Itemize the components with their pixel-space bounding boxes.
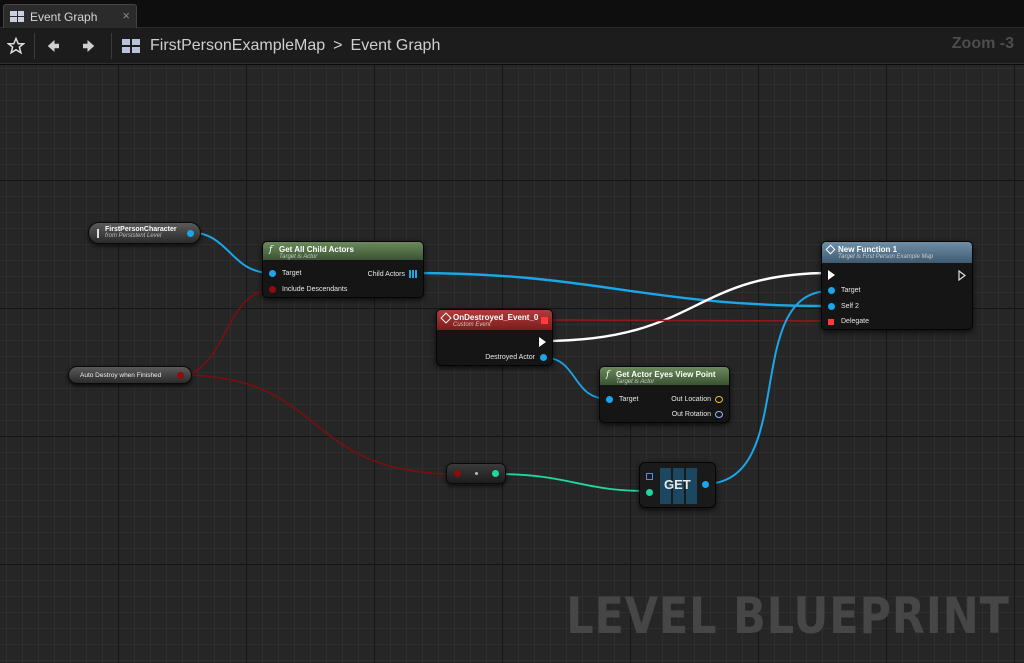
node-title: Auto Destroy when Finished — [80, 371, 162, 379]
object-pin-icon — [540, 354, 547, 361]
pin-target[interactable]: Target — [269, 270, 301, 277]
node-title: FirstPersonCharacter — [105, 226, 177, 233]
pin-label: Out Location — [671, 396, 711, 403]
bool-pin-icon — [269, 286, 276, 293]
pin-target[interactable]: Target — [606, 396, 638, 403]
event-icon — [440, 312, 452, 324]
pin-self[interactable]: Self 2 — [828, 303, 859, 310]
operator-icon — [475, 472, 478, 475]
pin-target[interactable]: Target — [828, 287, 860, 294]
exec-output-pin[interactable] — [958, 270, 966, 281]
auto-destroy-variable-node[interactable]: Auto Destroy when Finished — [68, 366, 192, 384]
bool-pin-icon[interactable] — [454, 470, 461, 477]
exec-input-pin[interactable] — [828, 270, 835, 280]
first-person-character-node[interactable]: FirstPersonCharacter from Persistent Lev… — [88, 222, 201, 244]
star-icon[interactable] — [2, 32, 30, 60]
node-subtitle: Custom Event — [453, 322, 491, 328]
delegate-pin-icon — [828, 318, 834, 325]
breadcrumb: FirstPersonExampleMap > Event Graph — [122, 37, 440, 55]
output-pin[interactable] — [187, 230, 194, 237]
close-icon[interactable]: × — [122, 8, 130, 23]
pin-label: Target — [841, 287, 861, 294]
node-subtitle: Target is Actor — [616, 379, 655, 385]
array-pin-icon[interactable] — [646, 473, 653, 480]
node-title: Get All Child Actors — [279, 245, 354, 254]
pin-out-rotation[interactable]: Out Rotation — [672, 411, 723, 418]
pin-label: Target — [282, 270, 302, 277]
pin-out-location[interactable]: Out Location — [671, 396, 723, 403]
object-pin-icon[interactable] — [702, 481, 709, 488]
int-pin-icon[interactable] — [492, 470, 499, 477]
node-title: GET — [664, 477, 691, 492]
function-icon: f — [269, 245, 273, 255]
pin-label: Destroyed Actor — [485, 354, 535, 361]
node-title: Get Actor Eyes View Point — [616, 370, 716, 379]
node-subtitle: from Persistent Level — [105, 233, 162, 239]
pin-label: Self 2 — [841, 303, 859, 310]
new-function-node[interactable]: New Function 1 Target is First Person Ex… — [821, 241, 973, 330]
pin-label: Target — [619, 396, 639, 403]
get-actor-eyes-view-point-node[interactable]: f Get Actor Eyes View Point Target is Ac… — [599, 366, 730, 423]
pin-label: Out Rotation — [671, 411, 711, 418]
node-header: f Get All Child Actors Target is Actor — [263, 242, 423, 260]
node-header: f Get Actor Eyes View Point Target is Ac… — [600, 367, 729, 385]
object-pin-icon — [828, 287, 835, 294]
vector-pin-icon — [715, 396, 723, 403]
tab-bar: Event Graph × — [0, 0, 1024, 28]
exec-output-pin[interactable] — [539, 337, 546, 347]
tab-title: Event Graph — [30, 9, 98, 24]
level-map-icon — [122, 38, 140, 53]
equal-node[interactable] — [446, 463, 506, 484]
get-all-child-actors-node[interactable]: f Get All Child Actors Target is Actor T… — [262, 241, 424, 298]
function-icon: f — [606, 370, 610, 380]
node-subtitle: Target is Actor — [279, 254, 318, 260]
breadcrumb-graph[interactable]: Event Graph — [351, 37, 441, 55]
get-array-node[interactable]: GET — [639, 462, 716, 508]
function-entry-icon — [825, 244, 836, 255]
delegate-pin-icon[interactable] — [541, 317, 548, 324]
tab-event-graph[interactable]: Event Graph × — [3, 4, 137, 28]
node-header: OnDestroyed_Event_0 Custom Event — [437, 310, 552, 330]
node-title: New Function 1 — [838, 245, 898, 254]
object-pin-icon — [269, 270, 276, 277]
node-icon — [97, 229, 99, 238]
node-subtitle: Target is First Person Example Map — [838, 254, 934, 260]
object-pin-icon — [828, 303, 835, 310]
rotator-pin-icon — [715, 411, 723, 418]
breadcrumb-separator: > — [333, 36, 343, 54]
breadcrumb-map[interactable]: FirstPersonExampleMap — [150, 37, 325, 55]
pin-include-descendants[interactable]: Include Descendants — [269, 286, 347, 293]
object-pin-icon — [606, 396, 613, 403]
graph-icon — [10, 11, 24, 22]
int-pin-icon[interactable] — [646, 489, 653, 496]
graph-toolbar: FirstPersonExampleMap > Event Graph — [0, 28, 1024, 64]
pin-label: Child Actors — [367, 270, 405, 278]
zoom-level: Zoom -3 — [951, 35, 1014, 52]
on-destroyed-event-node[interactable]: OnDestroyed_Event_0 Custom Event Destroy… — [436, 309, 553, 366]
array-pin-icon — [409, 270, 417, 278]
arrow-left-icon[interactable] — [39, 32, 67, 60]
pin-destroyed-actor[interactable]: Destroyed Actor — [485, 354, 547, 361]
node-title: OnDestroyed_Event_0 — [453, 313, 539, 322]
pin-label: Include Descendants — [282, 286, 348, 293]
pin-delegate[interactable]: Delegate — [828, 318, 869, 325]
node-header: New Function 1 Target is First Person Ex… — [822, 242, 972, 263]
arrow-right-icon[interactable] — [75, 32, 103, 60]
level-blueprint-watermark: LEVEL BLUEPRINT — [566, 587, 1010, 645]
divider — [34, 32, 35, 59]
bool-pin-icon[interactable] — [177, 372, 184, 379]
pin-child-actors[interactable]: Child Actors — [368, 270, 417, 278]
divider — [111, 32, 112, 59]
pin-label: Delegate — [841, 318, 870, 325]
